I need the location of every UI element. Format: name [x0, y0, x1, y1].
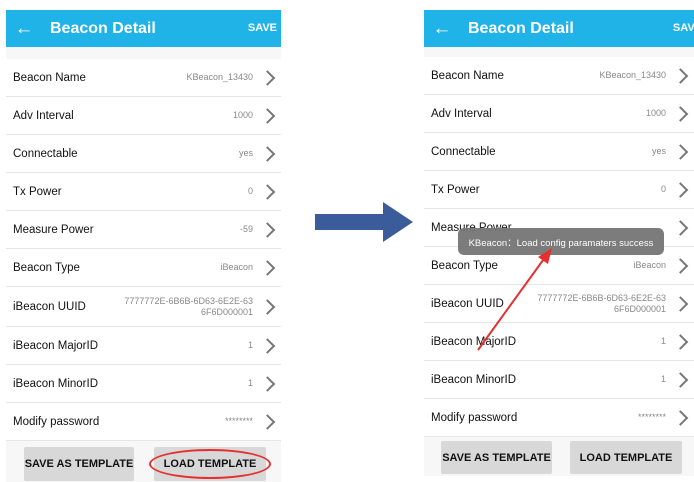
row-label: Adv Interval [431, 107, 492, 120]
row-beacon-name[interactable]: Beacon Name KBeacon_13430 [424, 57, 694, 95]
row-value: 0 [247, 186, 253, 196]
row-value: KBeacon_13430 [186, 72, 253, 82]
row-value: 7777772E-6B6B-6D63-6E2E-63 6F6D000001 [124, 295, 253, 317]
row-value: iBeacon [220, 262, 253, 272]
row-connectable[interactable]: Connectable yes [424, 133, 694, 171]
row-label: Modify password [13, 415, 100, 428]
row-value: ******** [224, 416, 253, 426]
row-beacon-type[interactable]: Beacon Type iBeacon [6, 249, 281, 287]
row-ibeacon-minorid[interactable]: iBeacon MinorID 1 [6, 365, 281, 403]
row-ibeacon-minorid[interactable]: iBeacon MinorID 1 [424, 361, 694, 399]
row-label: iBeacon MinorID [431, 373, 517, 386]
row-label: Tx Power [13, 185, 62, 198]
row-adv-interval[interactable]: Adv Interval 1000 [6, 97, 281, 135]
highlight-ellipse [149, 449, 271, 479]
left-phone-screen: ← Beacon Detail SAVE Beacon Name KBeacon… [6, 10, 281, 482]
save-as-template-button[interactable]: SAVE AS TEMPLATE [24, 447, 134, 481]
row-label: iBeacon UUID [13, 300, 86, 313]
row-label: iBeacon MinorID [13, 377, 99, 390]
row-label: Adv Interval [13, 109, 74, 122]
row-label: Beacon Name [431, 69, 504, 82]
row-label: Beacon Type [13, 261, 80, 274]
back-arrow-icon[interactable]: ← [6, 10, 42, 47]
row-value: 1000 [645, 108, 666, 118]
row-tx-power[interactable]: Tx Power 0 [6, 173, 281, 211]
row-label: Connectable [13, 147, 78, 160]
row-label: Measure Power [13, 223, 94, 236]
row-adv-interval[interactable]: Adv Interval 1000 [424, 95, 694, 133]
settings-list: Beacon Name KBeacon_13430 Adv Interval 1… [6, 59, 281, 441]
chevron-right-icon [672, 219, 689, 236]
save-button[interactable]: SAVE [248, 10, 277, 47]
row-value: 1 [660, 374, 666, 384]
back-arrow-icon[interactable]: ← [424, 10, 460, 47]
save-button[interactable]: SAVE [673, 10, 694, 47]
row-label: Modify password [431, 411, 518, 424]
annotation-arrow-icon [477, 248, 552, 351]
right-phone-screen: ← Beacon Detail SAVE Beacon Name KBeacon… [424, 10, 694, 476]
row-modify-password[interactable]: Modify password ******** [424, 399, 694, 437]
row-connectable[interactable]: Connectable yes [6, 135, 281, 173]
row-value: -59 [239, 224, 253, 234]
row-ibeacon-majorid[interactable]: iBeacon MajorID 1 [6, 327, 281, 365]
row-label: iBeacon MajorID [13, 339, 99, 352]
row-value: yes [238, 148, 253, 158]
app-bar: ← Beacon Detail SAVE [424, 10, 694, 47]
row-tx-power[interactable]: Tx Power 0 [424, 171, 694, 209]
row-modify-password[interactable]: Modify password ******** [6, 403, 281, 441]
row-ibeacon-uuid[interactable]: iBeacon UUID 7777772E-6B6B-6D63-6E2E-63 … [6, 287, 281, 327]
row-value: 1000 [232, 110, 253, 120]
row-label: Beacon Name [13, 71, 86, 84]
load-template-button[interactable]: LOAD TEMPLATE [570, 441, 682, 474]
page-title: Beacon Detail [50, 19, 156, 37]
row-value: 1 [247, 340, 253, 350]
row-value: 0 [660, 184, 666, 194]
save-as-template-button[interactable]: SAVE AS TEMPLATE [441, 441, 552, 474]
row-label: Tx Power [431, 183, 480, 196]
row-value: KBeacon_13430 [599, 70, 666, 80]
row-label: Connectable [431, 145, 496, 158]
row-value: ******** [637, 412, 666, 422]
page-title: Beacon Detail [468, 19, 574, 37]
row-value: yes [651, 146, 666, 156]
flow-arrow-icon [315, 202, 413, 242]
row-value: 1 [247, 378, 253, 388]
row-beacon-name[interactable]: Beacon Name KBeacon_13430 [6, 59, 281, 97]
app-bar: ← Beacon Detail SAVE [6, 10, 281, 47]
row-measure-power[interactable]: Measure Power -59 [6, 211, 281, 249]
